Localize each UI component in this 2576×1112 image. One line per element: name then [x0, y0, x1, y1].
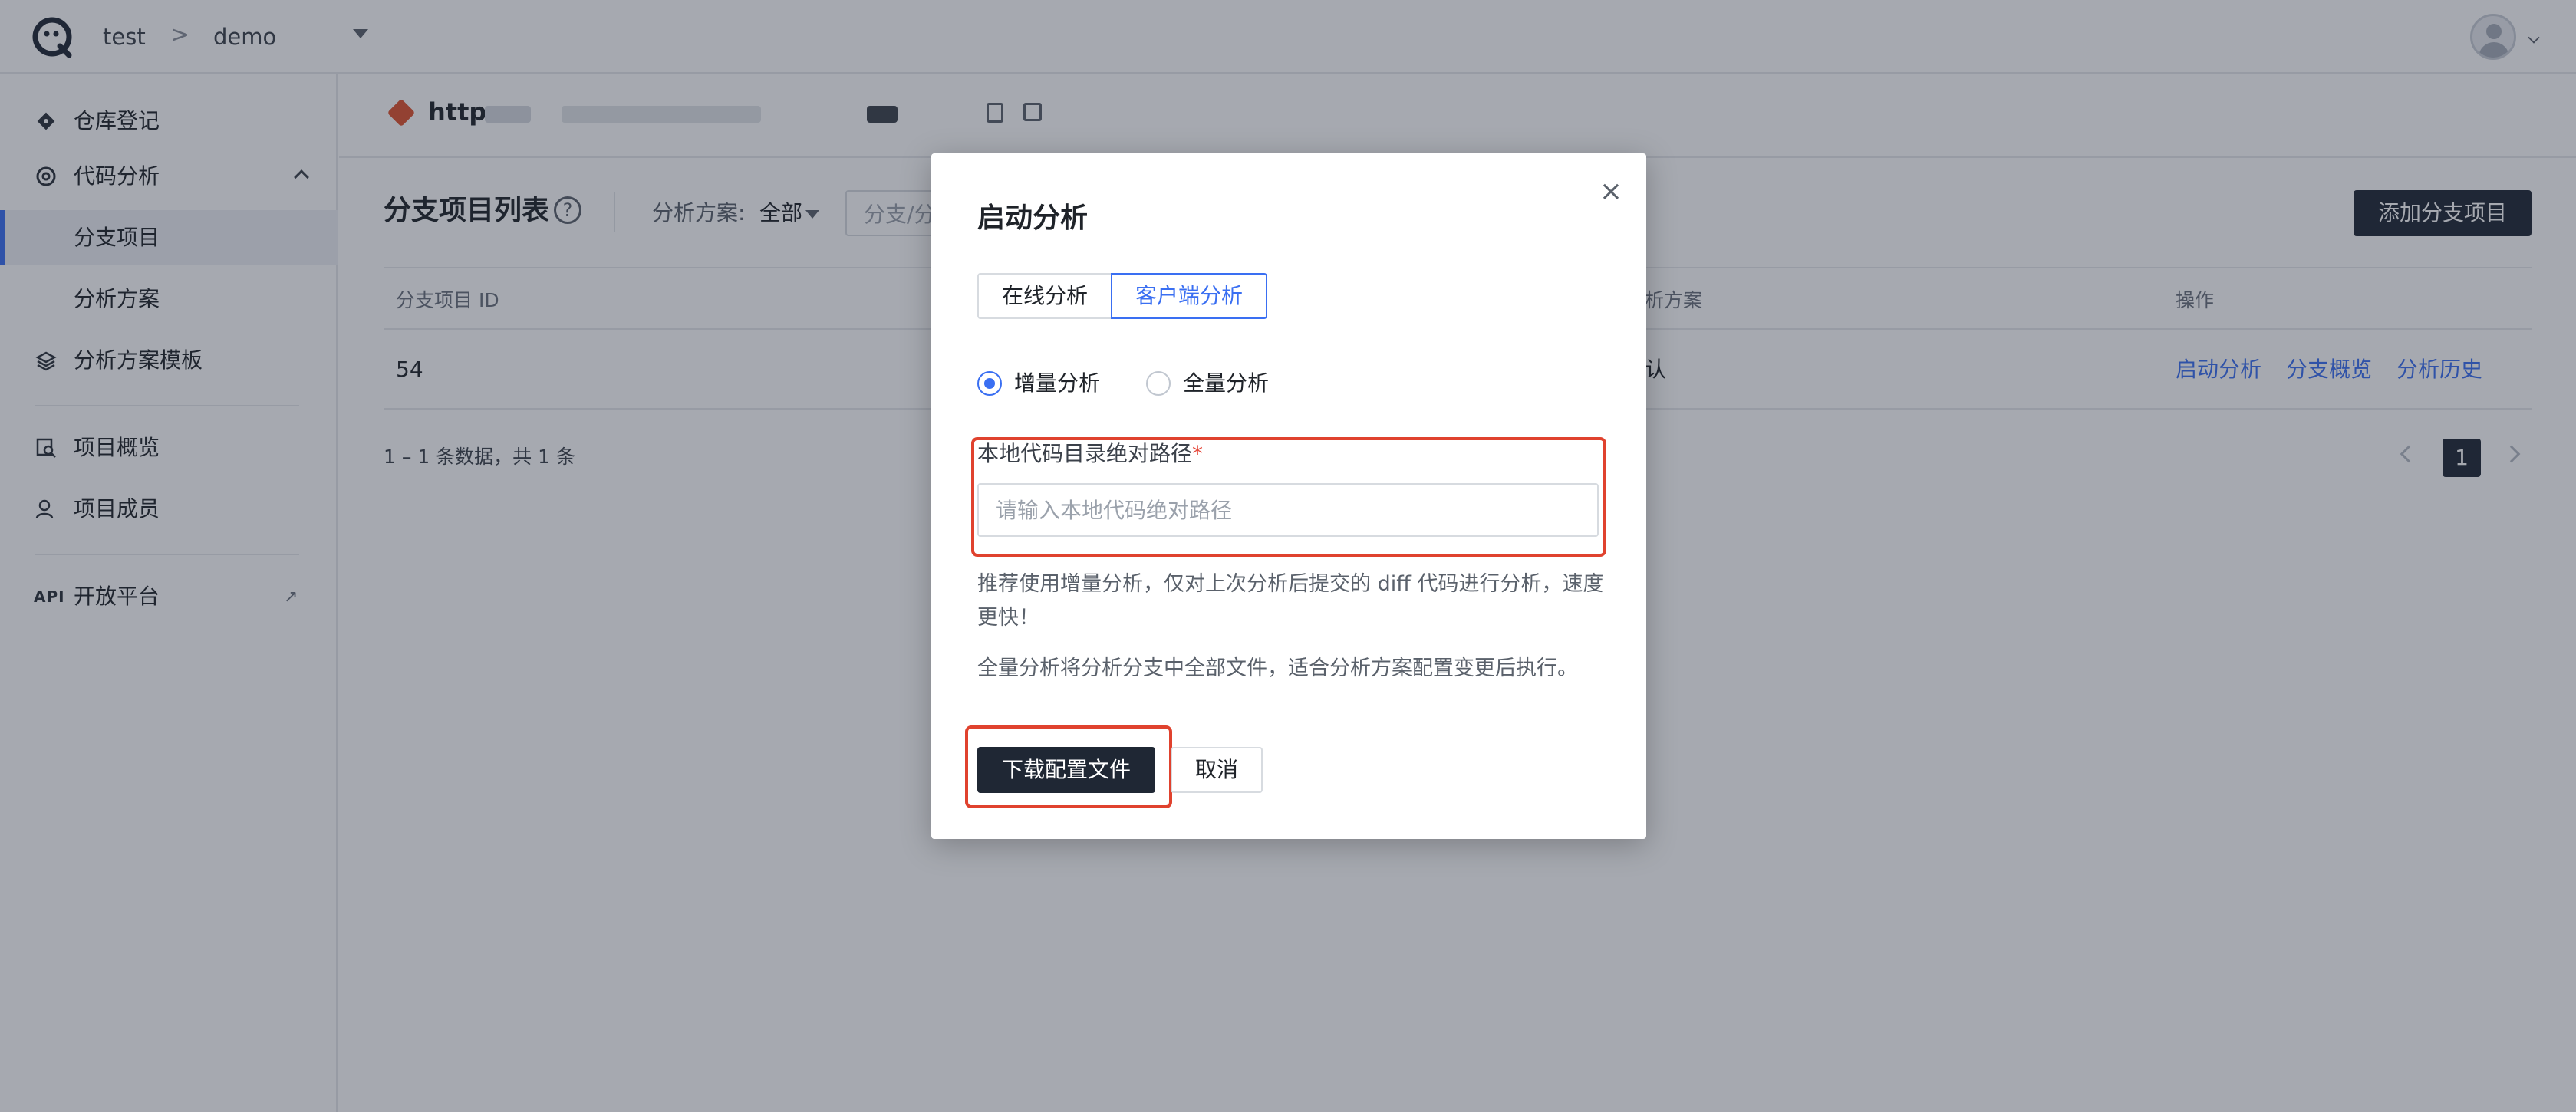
radio-label: 增量分析: [1014, 370, 1101, 396]
radio-label: 全量分析: [1183, 370, 1270, 396]
cancel-button[interactable]: 取消: [1171, 747, 1263, 793]
local-path-input[interactable]: [979, 485, 1597, 535]
download-config-button[interactable]: 下载配置文件: [977, 747, 1155, 793]
close-icon[interactable]: ×: [1596, 176, 1626, 207]
dialog-title: 启动分析: [977, 202, 1089, 234]
radio-checked-icon: [977, 371, 1002, 396]
analysis-mode-tabs: 在线分析 客户端分析: [977, 273, 1267, 319]
local-path-input-wrapper: [977, 483, 1599, 537]
radio-unchecked-icon: [1146, 371, 1171, 396]
tab-online-analysis[interactable]: 在线分析: [977, 273, 1112, 319]
path-field-label-text: 本地代码目录绝对路径: [977, 441, 1193, 466]
hint-incremental: 推荐使用增量分析，仅对上次分析后提交的 diff 代码进行分析，速度更快！: [977, 572, 1604, 630]
required-mark: *: [1192, 441, 1204, 466]
path-field-label: 本地代码目录绝对路径*: [977, 440, 1203, 468]
tab-client-analysis[interactable]: 客户端分析: [1111, 273, 1267, 319]
start-analysis-dialog: 启动分析 × 在线分析 客户端分析 增量分析 全量分析 本地代码目录绝对路径* …: [931, 153, 1646, 839]
hint-full: 全量分析将分析分支中全部文件，适合分析方案配置变更后执行。: [977, 656, 1578, 680]
